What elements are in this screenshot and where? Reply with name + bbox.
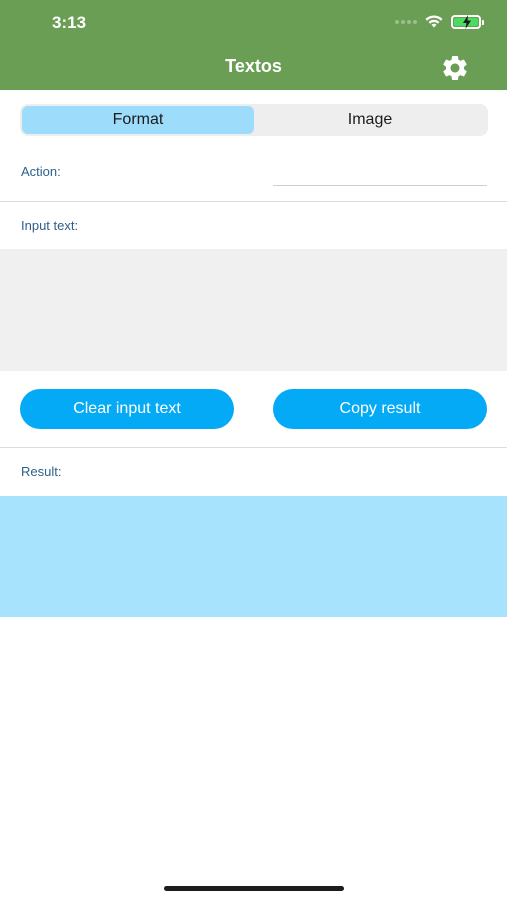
divider [0, 201, 507, 202]
battery-charging-icon [451, 14, 484, 29]
signal-dots-icon [395, 19, 417, 24]
home-indicator [164, 886, 344, 891]
wifi-icon [425, 15, 443, 28]
mode-segmented-control: Format Image [20, 104, 488, 136]
gear-icon [443, 55, 467, 80]
status-time: 3:13 [52, 13, 87, 32]
clear-input-button[interactable]: Clear input text [20, 389, 234, 429]
result-area [0, 496, 507, 617]
action-field[interactable] [273, 163, 487, 186]
copy-result-button[interactable]: Copy result [273, 389, 487, 429]
app-header: 3:13 Textos [0, 0, 507, 90]
settings-button[interactable] [440, 53, 470, 83]
input-text-label: Input text: [21, 218, 79, 233]
segment-image[interactable]: Image [254, 106, 486, 134]
divider [0, 447, 507, 448]
page-title: Textos [225, 56, 282, 76]
input-text-area[interactable] [0, 249, 507, 371]
action-label: Action: [21, 164, 61, 179]
status-icons [395, 14, 484, 29]
result-label: Result: [21, 464, 62, 479]
segment-format[interactable]: Format [22, 106, 254, 134]
